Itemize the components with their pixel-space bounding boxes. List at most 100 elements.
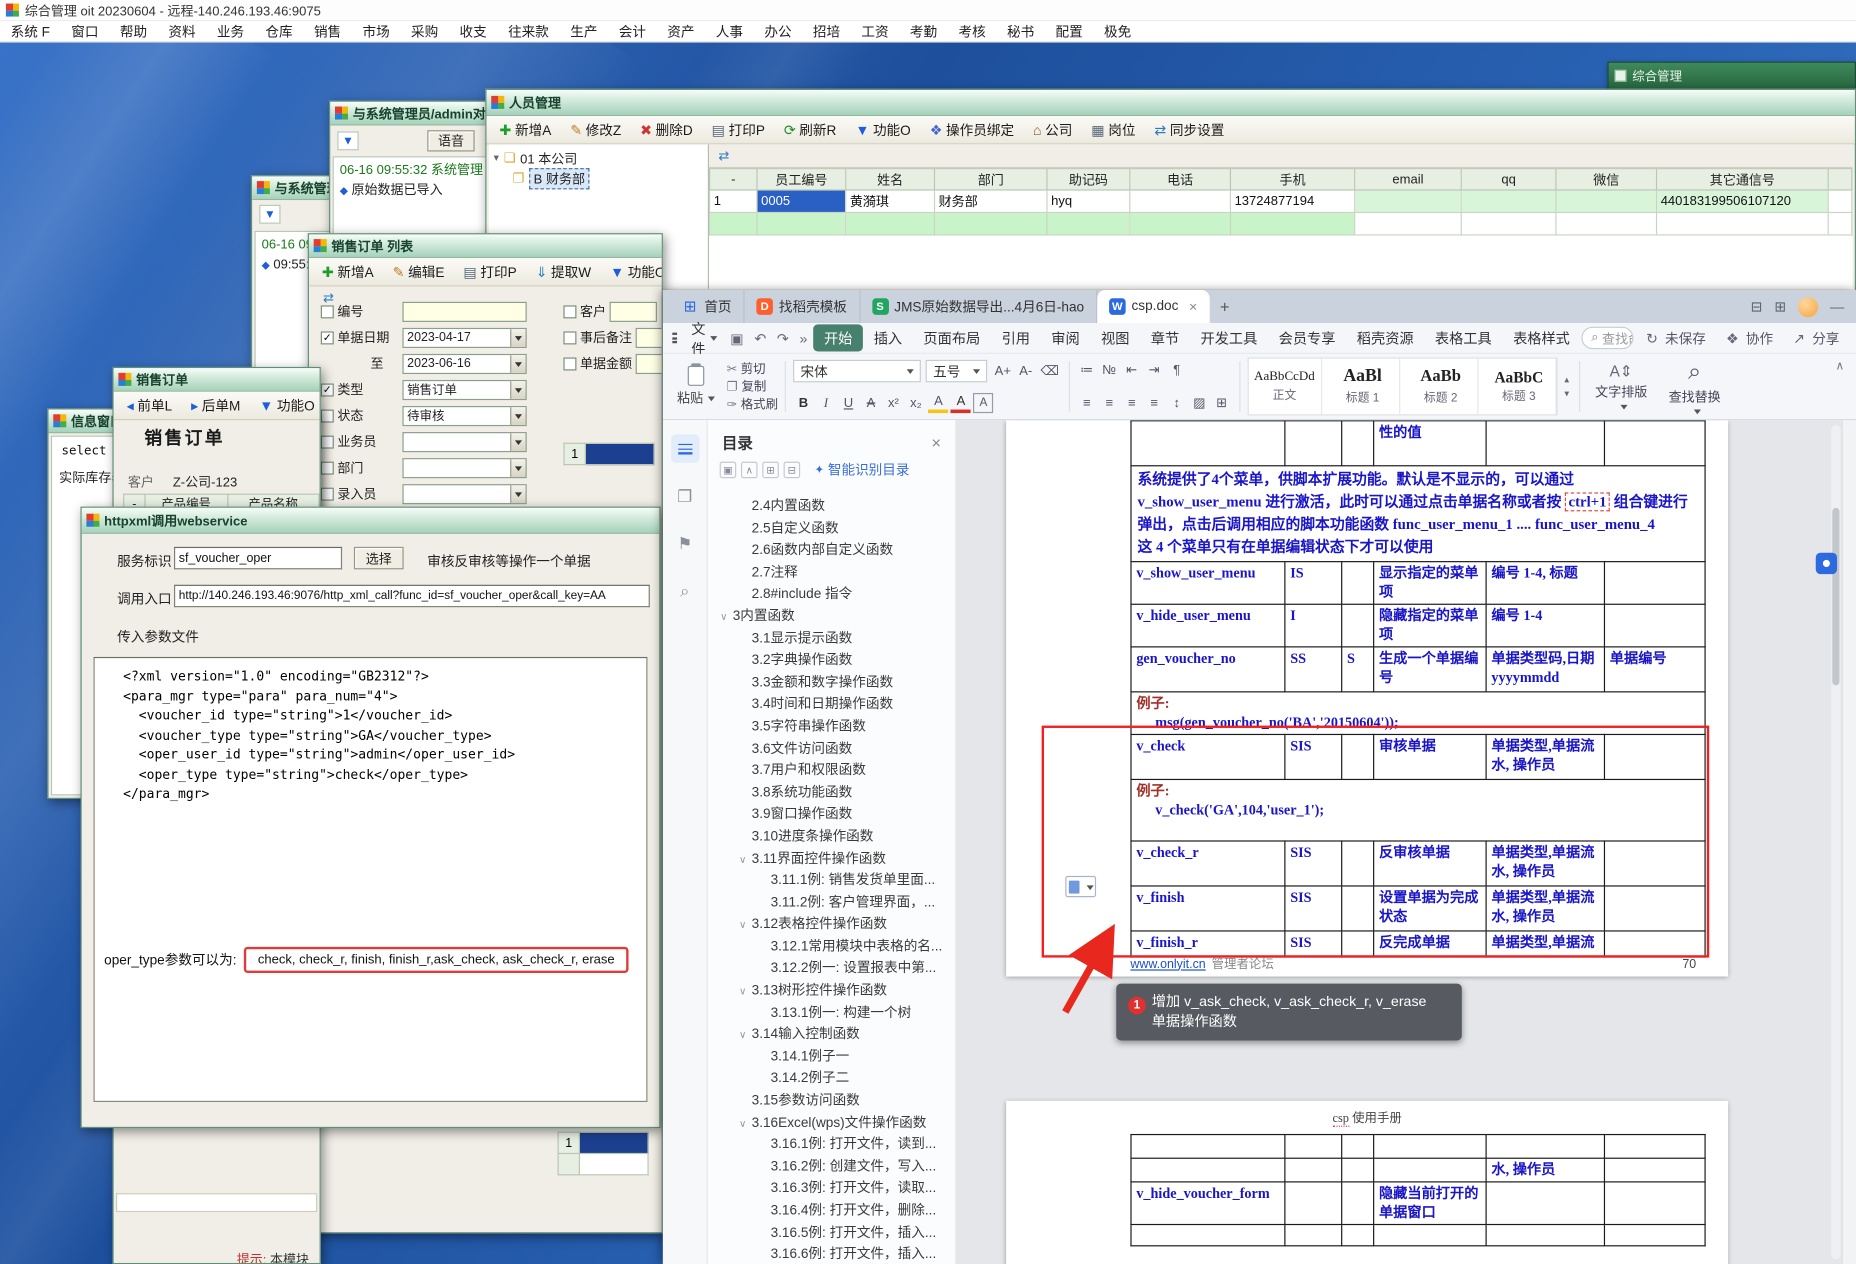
column-header[interactable]: 手机	[1230, 169, 1354, 190]
status-select[interactable]: 待审核	[402, 405, 526, 425]
salesman-select[interactable]	[402, 431, 526, 451]
italic-icon[interactable]: I	[816, 393, 836, 413]
entry-url-input[interactable]: http://140.246.193.46:9076/http_xml_call…	[174, 585, 650, 607]
filter-checkbox-dept[interactable]	[321, 461, 334, 474]
menubar-item-5[interactable]: 仓库	[255, 22, 304, 41]
menubar-item-15[interactable]: 办公	[754, 22, 803, 41]
toc-item[interactable]: ∨3.13树形控件操作函数	[708, 980, 955, 1002]
font-decrease-icon[interactable]: A-	[1016, 361, 1036, 381]
border-grid-icon[interactable]: ⊞	[1212, 393, 1232, 413]
table-cell[interactable]: 440183199506107120	[1657, 190, 1829, 212]
toc-item[interactable]: 3.2字典操作函数	[708, 650, 955, 672]
toolbar-button-0[interactable]: ◂前单L	[118, 394, 180, 418]
filter-checkbox-type[interactable]	[321, 383, 334, 396]
toc-item[interactable]: 3.16.3例: 打开文件，读取...	[708, 1178, 955, 1200]
table-cell[interactable]	[1130, 190, 1231, 212]
scrollbar-thumb[interactable]	[1832, 508, 1839, 686]
menubar-item-11[interactable]: 生产	[560, 22, 609, 41]
locate-button[interactable]	[1816, 553, 1837, 574]
menubar-item-2[interactable]: 帮助	[109, 22, 158, 41]
filter-checkbox-date[interactable]	[321, 331, 334, 344]
strikethrough-icon[interactable]: A	[861, 393, 881, 413]
toc-item[interactable]: 2.8#include 指令	[708, 584, 955, 606]
menubar-item-13[interactable]: 资产	[657, 22, 706, 41]
column-header[interactable]: -	[710, 169, 757, 190]
footer-link[interactable]: www.onlyit.cn	[1130, 957, 1205, 971]
filter-checkbox-status[interactable]	[321, 409, 334, 422]
find-replace-button[interactable]: ⌕ 查找替换	[1660, 357, 1729, 415]
text-layout-button[interactable]: A⇕ 文字排版	[1587, 357, 1656, 415]
cut-button[interactable]: ✂剪切	[727, 360, 778, 378]
column-header[interactable]: 部门	[935, 169, 1047, 190]
order-form-titlebar[interactable]: 销售订单	[114, 368, 320, 392]
style-up-icon[interactable]: ▴	[1564, 374, 1569, 385]
row-number[interactable]: 1	[558, 1132, 579, 1153]
tree-node-finance[interactable]: ❐ B 财务部	[494, 168, 704, 188]
bold-icon[interactable]: B	[793, 393, 813, 413]
wps-menu-3[interactable]: 引用	[991, 324, 1041, 351]
column-header[interactable]: 电话	[1130, 169, 1231, 190]
webservice-titlebar[interactable]: httpxml调用webservice	[82, 508, 660, 534]
format-painter-button[interactable]: ✑格式刷	[727, 395, 778, 413]
toolbar-button-8[interactable]: ▦岗位	[1083, 118, 1144, 142]
toc-item[interactable]: 3.13.1例一: 构建一个树	[708, 1002, 955, 1024]
smart-toc-button[interactable]: ✦智能识别目录	[814, 460, 909, 479]
toc-item[interactable]: 3.16.6例: 打开文件，插入...	[708, 1244, 955, 1264]
user-avatar[interactable]	[1798, 297, 1818, 317]
toc-item[interactable]: 3.11.2例: 客户管理界面，...	[708, 892, 955, 914]
menubar-item-1[interactable]: 窗口	[61, 22, 110, 41]
toolbar-button-2[interactable]: ✖删除D	[632, 118, 701, 142]
table-cell[interactable]	[1828, 190, 1852, 212]
copy-button[interactable]: ❐复制	[727, 378, 778, 396]
close-icon[interactable]: ×	[931, 433, 941, 452]
toc-item[interactable]: ∨3.11界面控件操作函数	[708, 848, 955, 870]
toc-item[interactable]: 3.12.1常用模块中表格的名...	[708, 936, 955, 958]
ribbon-collapse-icon[interactable]: ∧	[1831, 357, 1849, 375]
toc-item[interactable]: 3.10进度条操作函数	[708, 826, 955, 848]
toolbar-button-9[interactable]: ⇄同步设置	[1146, 118, 1232, 142]
toc-item[interactable]: ∨3.16Excel(wps)文件操作函数	[708, 1112, 955, 1134]
chevron-down-icon[interactable]: ▾	[494, 152, 499, 165]
table-cell[interactable]	[1130, 212, 1231, 234]
toc-item[interactable]: 3.16.4例: 打开文件，删除...	[708, 1200, 955, 1222]
choose-button[interactable]: 选择	[354, 547, 404, 569]
table-cell[interactable]	[1461, 212, 1556, 234]
params-textarea[interactable]: <?xml version="1.0" encoding="GB2312"?> …	[94, 657, 648, 1102]
bullet-list-icon[interactable]: ≔	[1077, 360, 1097, 380]
toolbar-button-6[interactable]: ❖操作员绑定	[921, 118, 1022, 142]
table-cell[interactable]: 财务部	[935, 190, 1047, 212]
menubar-item-4[interactable]: 业务	[206, 22, 255, 41]
align-left-icon[interactable]: ≡	[1077, 393, 1097, 413]
toolbar-button-3[interactable]: ⇓提取W	[527, 260, 599, 284]
collab-button[interactable]: ❖协作	[1714, 328, 1780, 347]
collapse-all-icon[interactable]: ⊟	[784, 462, 801, 479]
search-icon[interactable]: ⌕	[671, 576, 699, 604]
table-cell[interactable]	[1047, 212, 1130, 234]
toc-item[interactable]: 3.15参数访问函数	[708, 1090, 955, 1112]
menubar-item-7[interactable]: 市场	[352, 22, 401, 41]
filter-checkbox-entry[interactable]	[321, 487, 334, 500]
toc-item[interactable]: 3.11.1例: 销售发货单里面...	[708, 870, 955, 892]
table-cell[interactable]	[1556, 212, 1657, 234]
toolbar-button-7[interactable]: ⌂公司	[1025, 118, 1081, 142]
collapse-up-icon[interactable]: ∧	[741, 462, 758, 479]
date-to-select[interactable]: 2023-06-16	[402, 353, 526, 373]
superscript-icon[interactable]: x²	[883, 393, 903, 413]
window-remote-strip[interactable]: 综合管理	[1607, 62, 1856, 90]
toc-item[interactable]: 2.4内置函数	[708, 496, 955, 518]
menubar-item-19[interactable]: 考核	[948, 22, 997, 41]
filter-checkbox-no[interactable]	[321, 305, 334, 318]
table-cell[interactable]	[1828, 212, 1852, 234]
toc-item[interactable]: 3.16.1例: 打开文件，读到...	[708, 1134, 955, 1156]
table-cell[interactable]: hyq	[1047, 190, 1130, 212]
column-header[interactable]: email	[1355, 169, 1462, 190]
service-id-input[interactable]: sf_voucher_oper	[174, 547, 342, 569]
menubar-item-18[interactable]: 考勤	[899, 22, 948, 41]
align-center-icon[interactable]: ≡	[1099, 393, 1119, 413]
scrollbar[interactable]	[1831, 425, 1840, 1259]
main-menu-icon[interactable]	[672, 333, 677, 344]
menubar-item-20[interactable]: 秘书	[996, 22, 1045, 41]
document-page-2[interactable]: csp 使用手册 水, 操作员v_hide_voucher_form隐藏当前打开…	[1006, 1101, 1728, 1264]
dropdown-icon[interactable]	[510, 459, 525, 477]
more-tools-icon[interactable]: »	[795, 330, 812, 347]
